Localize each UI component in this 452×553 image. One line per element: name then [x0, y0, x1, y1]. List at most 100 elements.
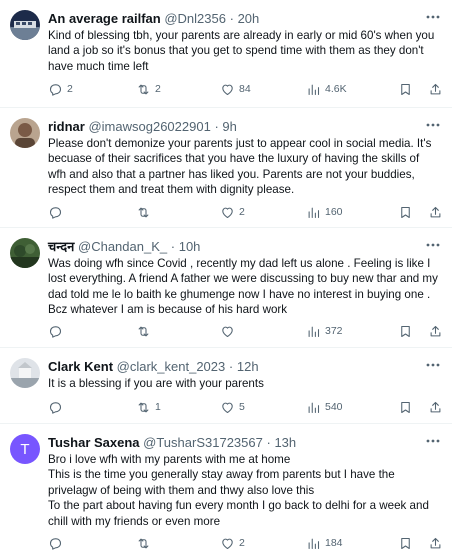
avatar[interactable]	[10, 10, 40, 40]
tweet-paragraph: Was doing wfh since Covid , recently my …	[48, 257, 438, 317]
tweet-header: Clark Kent @clark_kent_2023 · 12h	[48, 359, 259, 374]
more-horizontal-icon[interactable]	[424, 116, 442, 134]
tweet-text: It is a blessing if you are with your pa…	[48, 376, 438, 391]
display-name[interactable]: Clark Kent	[48, 359, 113, 374]
like-button[interactable]: 5	[220, 398, 249, 416]
like-button[interactable]: 2	[220, 534, 249, 552]
more-horizontal-icon[interactable]	[424, 432, 442, 450]
tweet[interactable]: चन्दन @Chandan_K_ · 10h Was doing wfh si…	[0, 228, 452, 348]
views-icon	[308, 402, 320, 413]
display-name[interactable]: An average railfan	[48, 11, 161, 26]
bookmark-button[interactable]	[398, 322, 413, 340]
display-name[interactable]: चन्दन	[48, 239, 74, 254]
like-count: 5	[239, 401, 245, 413]
retweet-icon	[138, 326, 149, 336]
view-count: 184	[325, 537, 343, 549]
share-button[interactable]	[428, 80, 443, 98]
heart-icon	[222, 538, 233, 549]
action-bar: 2 184	[48, 534, 442, 552]
views-button[interactable]: 4.6K	[306, 80, 347, 98]
like-count: 84	[239, 83, 251, 95]
share-button[interactable]	[428, 534, 443, 552]
share-icon	[430, 401, 441, 412]
tweet[interactable]: Clark Kent @clark_kent_2023 · 12h It is …	[0, 348, 452, 424]
reply-icon	[49, 83, 62, 96]
display-name[interactable]: Tushar Saxena	[48, 435, 140, 450]
avatar-letter: T	[20, 440, 30, 458]
views-button[interactable]: 160	[306, 203, 343, 221]
heart-icon	[222, 402, 233, 413]
tweet-paragraph: Please don't demonize your parents just …	[48, 137, 432, 197]
retweet-count: 1	[155, 401, 161, 413]
more-horizontal-icon[interactable]	[424, 236, 442, 254]
share-button[interactable]	[428, 398, 443, 416]
bookmark-button[interactable]	[398, 80, 413, 98]
reply-button[interactable]	[48, 322, 77, 340]
more-horizontal-icon[interactable]	[424, 8, 442, 26]
retweet-button[interactable]	[136, 534, 165, 552]
tweet[interactable]: ridnar @imawsog26022901 · 9h Please don'…	[0, 108, 452, 228]
avatar[interactable]: T	[10, 434, 40, 464]
tweet-text: Kind of blessing tbh, your parents are a…	[48, 28, 438, 74]
like-button[interactable]: 2	[220, 203, 249, 221]
bookmark-button[interactable]	[398, 534, 413, 552]
tweet-paragraph: To the part about having fun every month…	[48, 499, 429, 528]
retweet-icon	[138, 402, 149, 412]
like-count: 2	[239, 537, 245, 549]
retweet-icon	[138, 207, 149, 217]
share-button[interactable]	[428, 322, 443, 340]
tweet-header: Tushar Saxena @TusharS31723567 · 13h	[48, 435, 297, 450]
reply-button[interactable]	[48, 534, 77, 552]
tweet-text: Was doing wfh since Covid , recently my …	[48, 256, 438, 318]
action-bar: 2 2 84 4.6K	[48, 80, 442, 98]
handle[interactable]: @Dnl2356	[164, 11, 226, 26]
retweet-button[interactable]	[136, 322, 165, 340]
share-button[interactable]	[428, 203, 443, 221]
retweet-button[interactable]: 1	[136, 398, 165, 416]
like-button[interactable]	[220, 322, 249, 340]
reply-icon	[49, 537, 62, 550]
retweet-button[interactable]	[136, 203, 165, 221]
view-count: 372	[325, 325, 343, 337]
tweet[interactable]: T Tushar Saxena @TusharS31723567 · 13h B…	[0, 424, 452, 553]
views-icon	[308, 538, 320, 549]
bookmark-icon	[401, 325, 410, 337]
timestamp[interactable]: 12h	[237, 359, 259, 374]
bookmark-icon	[401, 83, 410, 95]
retweet-icon	[138, 538, 149, 548]
reply-button[interactable]	[48, 398, 77, 416]
reply-icon	[49, 401, 62, 414]
handle[interactable]: @Chandan_K_	[78, 239, 167, 254]
like-button[interactable]: 84	[220, 80, 251, 98]
views-button[interactable]: 540	[306, 398, 343, 416]
share-icon	[430, 206, 441, 217]
timestamp[interactable]: 10h	[179, 239, 201, 254]
avatar[interactable]	[10, 358, 40, 388]
view-count: 160	[325, 206, 343, 218]
like-count: 2	[239, 206, 245, 218]
reply-button[interactable]: 2	[48, 80, 77, 98]
timestamp[interactable]: 13h	[274, 435, 296, 450]
handle[interactable]: @TusharS31723567	[143, 435, 263, 450]
share-icon	[430, 537, 441, 548]
reply-button[interactable]	[48, 203, 77, 221]
avatar[interactable]	[10, 238, 40, 268]
more-horizontal-icon[interactable]	[424, 356, 442, 374]
tweet[interactable]: An average railfan @Dnl2356 · 20h Kind o…	[0, 0, 452, 108]
timestamp[interactable]: 9h	[222, 119, 236, 134]
retweet-button[interactable]: 2	[136, 80, 165, 98]
display-name[interactable]: ridnar	[48, 119, 85, 134]
tweet-text: Please don't demonize your parents just …	[48, 136, 438, 198]
action-bar: 372	[48, 322, 442, 340]
avatar[interactable]	[10, 118, 40, 148]
reply-feed: An average railfan @Dnl2356 · 20h Kind o…	[0, 0, 452, 553]
timestamp[interactable]: 20h	[238, 11, 260, 26]
bookmark-button[interactable]	[398, 398, 413, 416]
bookmark-button[interactable]	[398, 203, 413, 221]
handle[interactable]: @imawsog26022901	[88, 119, 210, 134]
handle[interactable]: @clark_kent_2023	[117, 359, 226, 374]
tweet-paragraph: This is the time you generally stay away…	[48, 468, 395, 497]
views-button[interactable]: 184	[306, 534, 343, 552]
tweet-paragraph: It is a blessing if you are with your pa…	[48, 377, 264, 390]
views-button[interactable]: 372	[306, 322, 343, 340]
